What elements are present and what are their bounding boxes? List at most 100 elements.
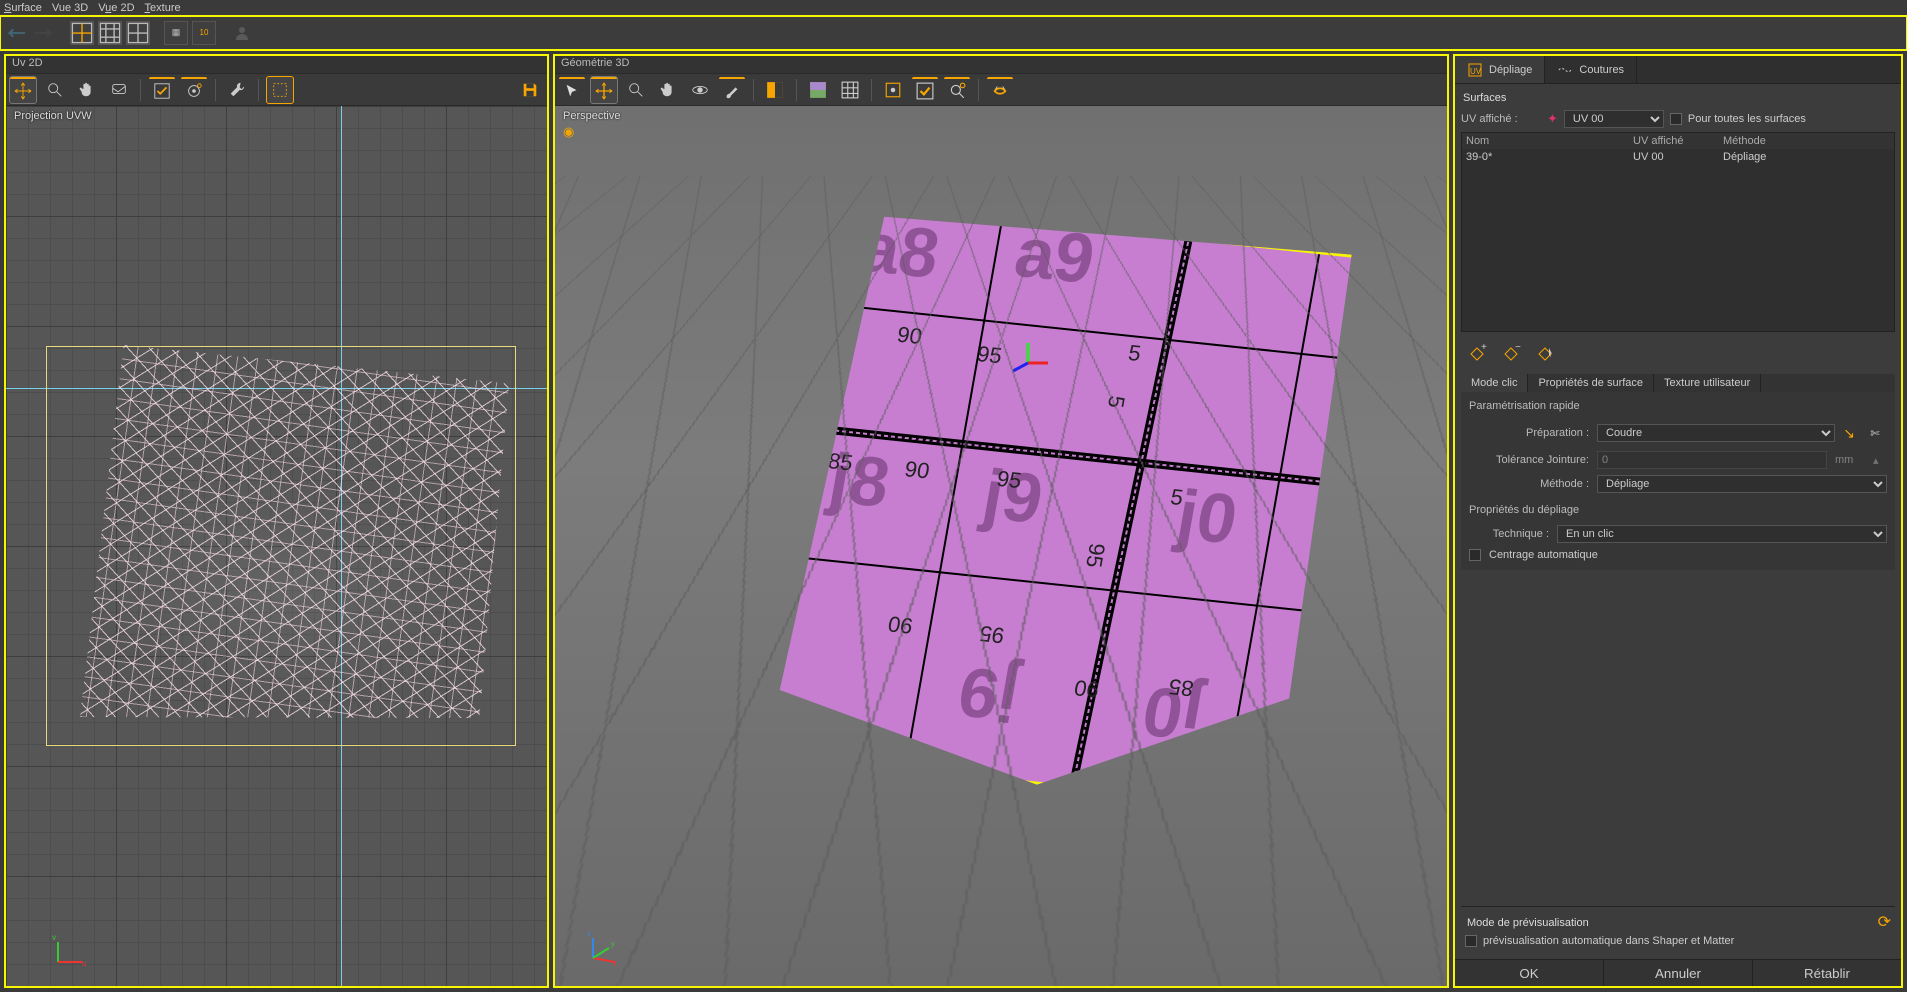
panel-uv2d-title: Uv 2D <box>6 56 547 74</box>
tol-stepper[interactable]: ▴ <box>1873 454 1887 467</box>
surfaces-title: Surfaces <box>1461 88 1895 108</box>
panel-uv2d: Uv 2D Projection UVW u v <box>4 54 549 988</box>
zoom-tool[interactable] <box>42 77 68 103</box>
menu-texture[interactable]: Texture <box>145 2 181 14</box>
main-area: Uv 2D Projection UVW u v <box>0 50 1907 992</box>
gear-power-tool[interactable] <box>181 77 207 103</box>
toolbar-btn-4[interactable]: ▦ <box>164 21 188 45</box>
pick-sel-button[interactable] <box>1533 342 1557 366</box>
pointer-tool[interactable] <box>559 77 585 103</box>
reset-button[interactable]: Rétablir <box>1752 960 1901 986</box>
svg-text:+: + <box>1481 344 1487 353</box>
redo-button[interactable] <box>32 21 56 45</box>
uv2d-viewport-label: Projection UVW <box>14 110 92 122</box>
method-label: Méthode : <box>1469 478 1589 490</box>
wrench-tool[interactable] <box>224 77 250 103</box>
auto-center-checkbox[interactable] <box>1469 549 1481 561</box>
display-zoom[interactable] <box>944 77 970 103</box>
tol-input[interactable] <box>1597 451 1827 469</box>
menu-surface[interactable]: SSurfaceurface <box>4 2 42 14</box>
prep-arrow-icon[interactable]: ↘ <box>1843 425 1855 442</box>
panel-properties: UV Dépliage Coutures Surfaces UV affiché… <box>1453 54 1903 988</box>
preview-title: Mode de prévisualisation <box>1465 913 1891 933</box>
subtab-mode[interactable]: Mode clic <box>1461 374 1528 392</box>
sync-icon[interactable]: ⟳ <box>1878 912 1891 932</box>
unfold-action[interactable] <box>987 77 1013 103</box>
method-select[interactable]: Dépliage <box>1597 475 1887 493</box>
prep-label: Préparation : <box>1469 427 1589 439</box>
svg-text:z: z <box>587 931 591 938</box>
scissors-icon[interactable]: ✄ <box>1863 421 1887 445</box>
svg-text:v: v <box>52 933 56 942</box>
move-tool[interactable] <box>10 77 36 103</box>
svg-text:−: − <box>1515 344 1521 353</box>
for-all-checkbox[interactable] <box>1670 113 1682 125</box>
brush-tool[interactable] <box>719 77 745 103</box>
auto-center-label: Centrage automatique <box>1489 549 1598 561</box>
group-fastparam: Paramétrisation rapide <box>1469 398 1887 418</box>
panel-geom3d: Géométrie 3D Perspective ◉ <box>553 54 1449 988</box>
uv-link-icon[interactable]: ✦ <box>1547 111 1558 127</box>
ok-button[interactable]: OK <box>1455 960 1603 986</box>
display-check[interactable] <box>912 77 938 103</box>
surfaces-list[interactable]: Nom UV affiché Méthode 39-0* UV 00 Dépli… <box>1461 132 1895 332</box>
table-row[interactable]: 39-0* UV 00 Dépliage <box>1462 149 1894 165</box>
eyedropper-icon: ◉ <box>563 124 574 140</box>
for-all-label: Pour toutes les surfaces <box>1688 113 1806 125</box>
shading-1[interactable] <box>762 77 788 103</box>
uv2d-viewport[interactable]: Projection UVW u v <box>6 106 547 986</box>
tol-unit: mm <box>1835 454 1865 466</box>
preview-block: Mode de prévisualisation prévisualisatio… <box>1461 906 1895 955</box>
preview-checkbox[interactable] <box>1465 935 1477 947</box>
right-tabs: UV Dépliage Coutures <box>1455 56 1901 84</box>
toolbar-btn-1[interactable] <box>70 21 94 45</box>
surfaces-header: Nom UV affiché Méthode <box>1462 133 1894 149</box>
uv-shown-select[interactable]: UV 00 <box>1564 110 1664 128</box>
uv-shown-label: UV affiché : <box>1461 113 1541 125</box>
toolbar-user-icon[interactable] <box>230 21 254 45</box>
undo-button[interactable] <box>4 21 28 45</box>
toolbar-btn-3[interactable] <box>126 21 150 45</box>
preview-label: prévisualisation automatique dans Shaper… <box>1483 935 1734 947</box>
menu-view2d[interactable]: Vue 2D <box>98 2 134 14</box>
geom3d-viewport[interactable]: Perspective ◉ a8 a9 j8 j9 j0 j9 j0 90 95… <box>555 106 1447 986</box>
svg-text:UV: UV <box>1470 67 1482 76</box>
display-1[interactable] <box>880 77 906 103</box>
subtab-tex[interactable]: Texture utilisateur <box>1654 374 1761 392</box>
tab-unfold[interactable]: UV Dépliage <box>1455 56 1545 83</box>
geom3d-toolbar <box>555 74 1447 106</box>
rem-sel-button[interactable]: − <box>1499 342 1523 366</box>
shading-3[interactable] <box>837 77 863 103</box>
svg-text:u: u <box>82 959 86 968</box>
transform-gizmo-3d[interactable] <box>1003 338 1053 388</box>
subtabs: Mode clic Propriétés de surface Texture … <box>1461 374 1895 392</box>
toolbar-btn-5[interactable]: 10 <box>192 21 216 45</box>
tab-seams[interactable]: Coutures <box>1545 56 1637 83</box>
shading-2[interactable] <box>805 77 831 103</box>
pan3d-tool[interactable] <box>655 77 681 103</box>
form-area: Paramétrisation rapide Préparation : Cou… <box>1461 392 1895 570</box>
subtab-props[interactable]: Propriétés de surface <box>1528 374 1654 392</box>
uv2d-toolbar <box>6 74 547 106</box>
check-tool[interactable] <box>149 77 175 103</box>
link-tool[interactable] <box>106 77 132 103</box>
unfold-tab-icon: UV <box>1467 62 1483 78</box>
tech-select[interactable]: En un clic <box>1557 525 1887 543</box>
move3d-tool[interactable] <box>591 77 617 103</box>
tol-label: Tolérance Jointure: <box>1469 454 1589 466</box>
prep-select[interactable]: Coudre <box>1597 424 1835 442</box>
seams-tab-icon <box>1557 62 1573 78</box>
select-box-tool[interactable] <box>267 77 293 103</box>
zoom3d-tool[interactable] <box>623 77 649 103</box>
orbit-tool[interactable] <box>687 77 713 103</box>
svg-text:x: x <box>613 961 617 966</box>
cancel-button[interactable]: Annuler <box>1603 960 1752 986</box>
add-sel-button[interactable]: + <box>1465 342 1489 366</box>
menu-view3d[interactable]: Vue 3D <box>52 2 88 14</box>
tech-label: Technique : <box>1469 528 1549 540</box>
save-icon[interactable] <box>517 77 543 103</box>
pan-tool[interactable] <box>74 77 100 103</box>
toolbar-btn-2[interactable] <box>98 21 122 45</box>
main-toolbar: ▦ 10 <box>0 16 1907 50</box>
axis-gizmo-3d: xzy <box>585 926 625 966</box>
